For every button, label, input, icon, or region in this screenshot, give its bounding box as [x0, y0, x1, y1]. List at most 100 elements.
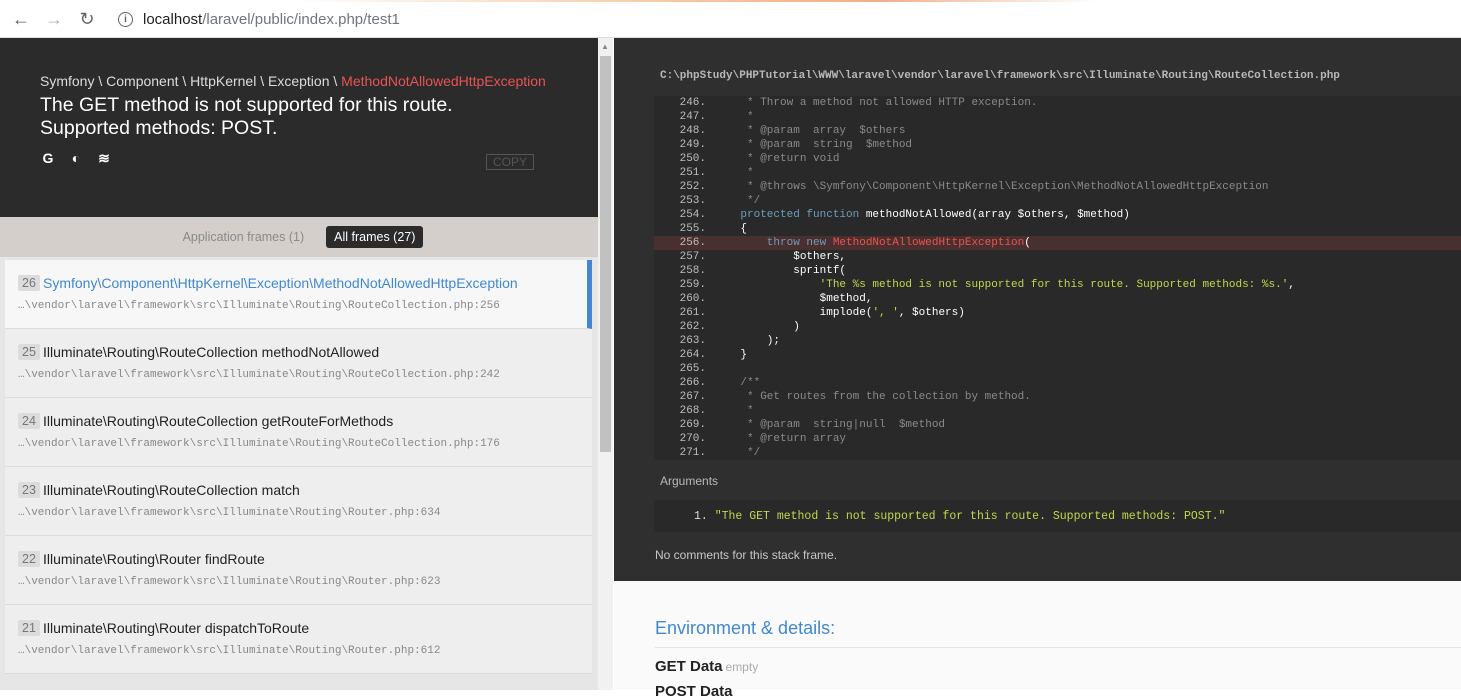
code-token: 'The %s method is not supported for this… [714, 279, 1289, 291]
code-file-path[interactable]: C:\phpStudy\PHPTutorial\WWW\laravel\vend… [660, 70, 1340, 82]
frame-class: Illuminate\Routing\RouteCollection match [43, 482, 300, 498]
tab-application-frames[interactable]: Application frames (1) [175, 226, 313, 248]
forward-button[interactable]: → [43, 8, 65, 30]
line-number: 266. [679, 377, 706, 389]
arguments-list: 1. "The GET method is not supported for … [654, 500, 1461, 532]
code-line: 254. protected function methodNotAllowed… [654, 208, 1461, 222]
frame-number: 21 [18, 620, 40, 636]
get-data-row: GET Data empty [655, 658, 758, 675]
back-button[interactable]: ← [10, 8, 32, 30]
code-token: { [714, 223, 748, 235]
code-line: 269. * @param string|null $method [654, 418, 1461, 432]
line-text: ); [714, 334, 780, 348]
code-token: */ [714, 447, 761, 459]
frame-class: Illuminate\Routing\RouteCollection metho… [43, 344, 380, 360]
code-token: */ [714, 195, 761, 207]
code-token: ( [1024, 237, 1031, 249]
line-text: * Throw a method not allowed HTTP except… [714, 96, 1037, 110]
get-data-label: GET Data [655, 658, 723, 675]
code-token: $method, [714, 293, 873, 305]
frame-details: C:\phpStudy\PHPTutorial\WWW\laravel\vend… [614, 38, 1461, 581]
frame-class: Illuminate\Routing\RouteCollection getRo… [43, 413, 394, 429]
arguments-title: Arguments [660, 474, 719, 488]
frame-item[interactable]: 21 Illuminate\Routing\Router dispatchToRo… [5, 605, 592, 674]
line-number: 256. [679, 237, 706, 249]
code-line: 270. * @return array [654, 432, 1461, 446]
line-text: * Get routes from the collection by meth… [714, 390, 1031, 404]
code-token: /** [714, 377, 761, 389]
frame-file: …\vendor\laravel\framework\src\Illuminat… [18, 645, 441, 657]
line-number: 260. [679, 293, 706, 305]
exception-namespace: Symfony \ Component \ HttpKernel \ Excep… [40, 73, 342, 89]
line-text: sprintf( [714, 264, 846, 278]
code-line: 257. $others, [654, 250, 1461, 264]
arrow-left-icon: ← [12, 8, 30, 29]
code-token: } [714, 349, 748, 361]
frame-class: Illuminate\Routing\Router findRoute [43, 551, 265, 567]
code-line: 249. * @param string $method [654, 138, 1461, 152]
frame-file: …\vendor\laravel\framework\src\Illuminat… [18, 576, 441, 588]
argument-index: 1. [694, 510, 708, 523]
frame-number: 25 [18, 344, 40, 360]
scrollbar-thumb[interactable] [600, 56, 611, 452]
exception-message-line-2: Supported methods: POST. [40, 117, 278, 139]
code-line: 253. */ [654, 194, 1461, 208]
frame-file: …\vendor\laravel\framework\src\Illuminat… [18, 507, 441, 519]
frame-item[interactable]: 24 Illuminate\Routing\RouteCollection get… [5, 398, 592, 467]
code-line: 268. * [654, 404, 1461, 418]
code-line: 260. $method, [654, 292, 1461, 306]
line-number: 248. [679, 125, 706, 137]
line-number: 251. [679, 167, 706, 179]
code-line: 250. * @return void [654, 152, 1461, 166]
line-number: 271. [679, 447, 706, 459]
frame-file: …\vendor\laravel\framework\src\Illuminat… [18, 369, 500, 381]
code-token: , [1288, 279, 1295, 291]
line-text: $others, [714, 250, 846, 264]
code-token: * @param string $method [714, 139, 913, 151]
duckduckgo-icon[interactable]: ◐ [68, 150, 84, 167]
line-number: 270. [679, 433, 706, 445]
frame-item[interactable]: 26 Symfony\Component\HttpKernel\Exception… [5, 260, 592, 329]
line-text: throw new MethodNotAllowedHttpException( [714, 236, 1031, 250]
frame-class: Illuminate\Routing\Router dispatchToRout… [43, 620, 310, 636]
argument-value: "The GET method is not supported for thi… [714, 510, 1226, 523]
scrollbar[interactable]: ▲ [598, 38, 613, 690]
line-text: implode(', ', $others) [714, 306, 965, 320]
line-text: /** [714, 376, 760, 390]
tab-all-frames[interactable]: All frames (27) [326, 226, 424, 248]
line-number: 247. [679, 111, 706, 123]
code-line: 266. /** [654, 376, 1461, 390]
line-text: * @param string|null $method [714, 418, 945, 432]
stack-panel: Symfony \ Component \ HttpKernel \ Excep… [0, 38, 598, 690]
url-host: localhost [143, 10, 203, 28]
code-token: ); [714, 335, 781, 347]
scroll-up-icon[interactable]: ▲ [601, 42, 609, 51]
line-text: * [714, 110, 754, 124]
line-text: protected function methodNotAllowed(arra… [714, 208, 1129, 222]
code-line: 259. 'The %s method is not supported for… [654, 278, 1461, 292]
line-number: 258. [679, 265, 706, 277]
code-token: * @return array [714, 433, 847, 445]
address-bar[interactable]: i localhost/laravel/public/index.php/tes… [118, 8, 400, 30]
line-text: { [714, 222, 747, 236]
frame-item[interactable]: 23 Illuminate\Routing\RouteCollection mat… [5, 467, 592, 536]
line-number: 259. [679, 279, 706, 291]
google-icon[interactable]: G [40, 150, 56, 167]
frame-item[interactable]: 25 Illuminate\Routing\RouteCollection met… [5, 329, 592, 398]
code-line: 248. * @param array $others [654, 124, 1461, 138]
reload-button[interactable]: ↻ [76, 8, 98, 30]
code-line: 255. { [654, 222, 1461, 236]
line-text: $method, [714, 292, 873, 306]
frame-filter: Application frames (1) All frames (27) [0, 217, 598, 257]
frame-item[interactable]: 22 Illuminate\Routing\Router findRoute …\v… [5, 536, 592, 605]
copy-button[interactable]: COPY [486, 154, 534, 170]
code-token: ', ' [872, 307, 899, 319]
url-path: /laravel/public/index.php/test1 [202, 10, 400, 28]
frame-list: 26 Symfony\Component\HttpKernel\Exception… [5, 260, 592, 674]
info-icon[interactable]: i [118, 11, 133, 27]
line-number: 254. [679, 209, 706, 221]
stackoverflow-icon[interactable]: ≋ [96, 150, 112, 167]
line-number: 261. [679, 307, 706, 319]
line-text: */ [714, 194, 760, 208]
code-line: 246. * Throw a method not allowed HTTP e… [654, 96, 1461, 110]
